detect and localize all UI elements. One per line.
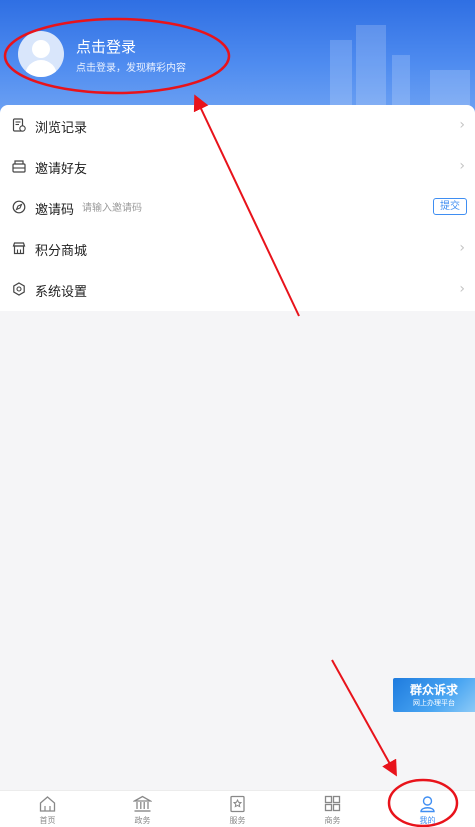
avatar-head: [32, 40, 50, 58]
tab-business[interactable]: 商务: [285, 791, 380, 827]
menu-list: 浏览记录 › 邀请好友 › 邀请码 提交 积分商城 ›: [0, 105, 475, 311]
history-icon: [12, 118, 26, 132]
annotation-arrow-profile-tab: [331, 659, 397, 777]
profile-header: 点击登录 点击登录，发现精彩内容: [0, 0, 475, 118]
petition-banner[interactable]: 群众诉求 网上办理平台: [393, 678, 475, 712]
service-icon: [230, 795, 245, 813]
profile-icon: [420, 796, 435, 813]
menu-item-settings[interactable]: 系统设置 ›: [0, 269, 475, 310]
menu-item-points-mall[interactable]: 积分商城 ›: [0, 228, 475, 269]
tab-service[interactable]: 服务: [190, 791, 285, 827]
header-decoration: [356, 25, 386, 110]
submit-button[interactable]: 提交: [433, 198, 467, 215]
menu-label-invite-code: 邀请码: [35, 203, 75, 218]
menu-label-invite-friends: 邀请好友: [35, 162, 88, 177]
settings-icon: [13, 282, 25, 296]
tab-label-profile: 我的: [419, 816, 436, 825]
menu-item-history[interactable]: 浏览记录 ›: [0, 105, 475, 146]
avatar[interactable]: [18, 31, 64, 77]
banner-title: 群众诉求: [409, 683, 458, 697]
tab-home[interactable]: 首页: [0, 791, 95, 827]
home-icon: [39, 796, 56, 812]
menu-item-invite-code: 邀请码: [0, 187, 475, 228]
tab-profile[interactable]: 我的: [380, 791, 475, 827]
tab-label-government: 政务: [134, 816, 151, 825]
tab-label-home: 首页: [39, 816, 56, 825]
menu-item-invite-friends[interactable]: 邀请好友 ›: [0, 146, 475, 187]
business-icon: [324, 795, 341, 812]
header-decoration: [430, 70, 470, 110]
invite-friends-icon: [12, 160, 26, 173]
header-decoration: [330, 40, 352, 110]
government-icon: [133, 795, 152, 812]
chevron-right-icon: ›: [459, 240, 465, 256]
bottom-tab-bar: 首页 政务 服务 商务 我的: [0, 790, 475, 827]
login-subtitle[interactable]: 点击登录，发现精彩内容: [76, 59, 186, 74]
menu-label-points-mall: 积分商城: [35, 244, 88, 259]
menu-label-history: 浏览记录: [35, 121, 88, 136]
invite-code-input[interactable]: [82, 198, 342, 218]
menu-label-settings: 系统设置: [35, 285, 88, 300]
tab-label-service: 服务: [229, 816, 246, 825]
chevron-right-icon: ›: [459, 158, 465, 174]
tab-government[interactable]: 政务: [95, 791, 190, 827]
chevron-right-icon: ›: [459, 117, 465, 133]
chevron-right-icon: ›: [459, 281, 465, 297]
compass-icon: [12, 200, 26, 214]
tab-label-business: 商务: [324, 816, 341, 825]
login-title[interactable]: 点击登录: [76, 36, 136, 57]
avatar-body: [25, 60, 57, 77]
shop-icon: [12, 242, 26, 255]
banner-subtitle: 网上办理平台: [413, 699, 455, 707]
header-decoration: [392, 55, 410, 110]
